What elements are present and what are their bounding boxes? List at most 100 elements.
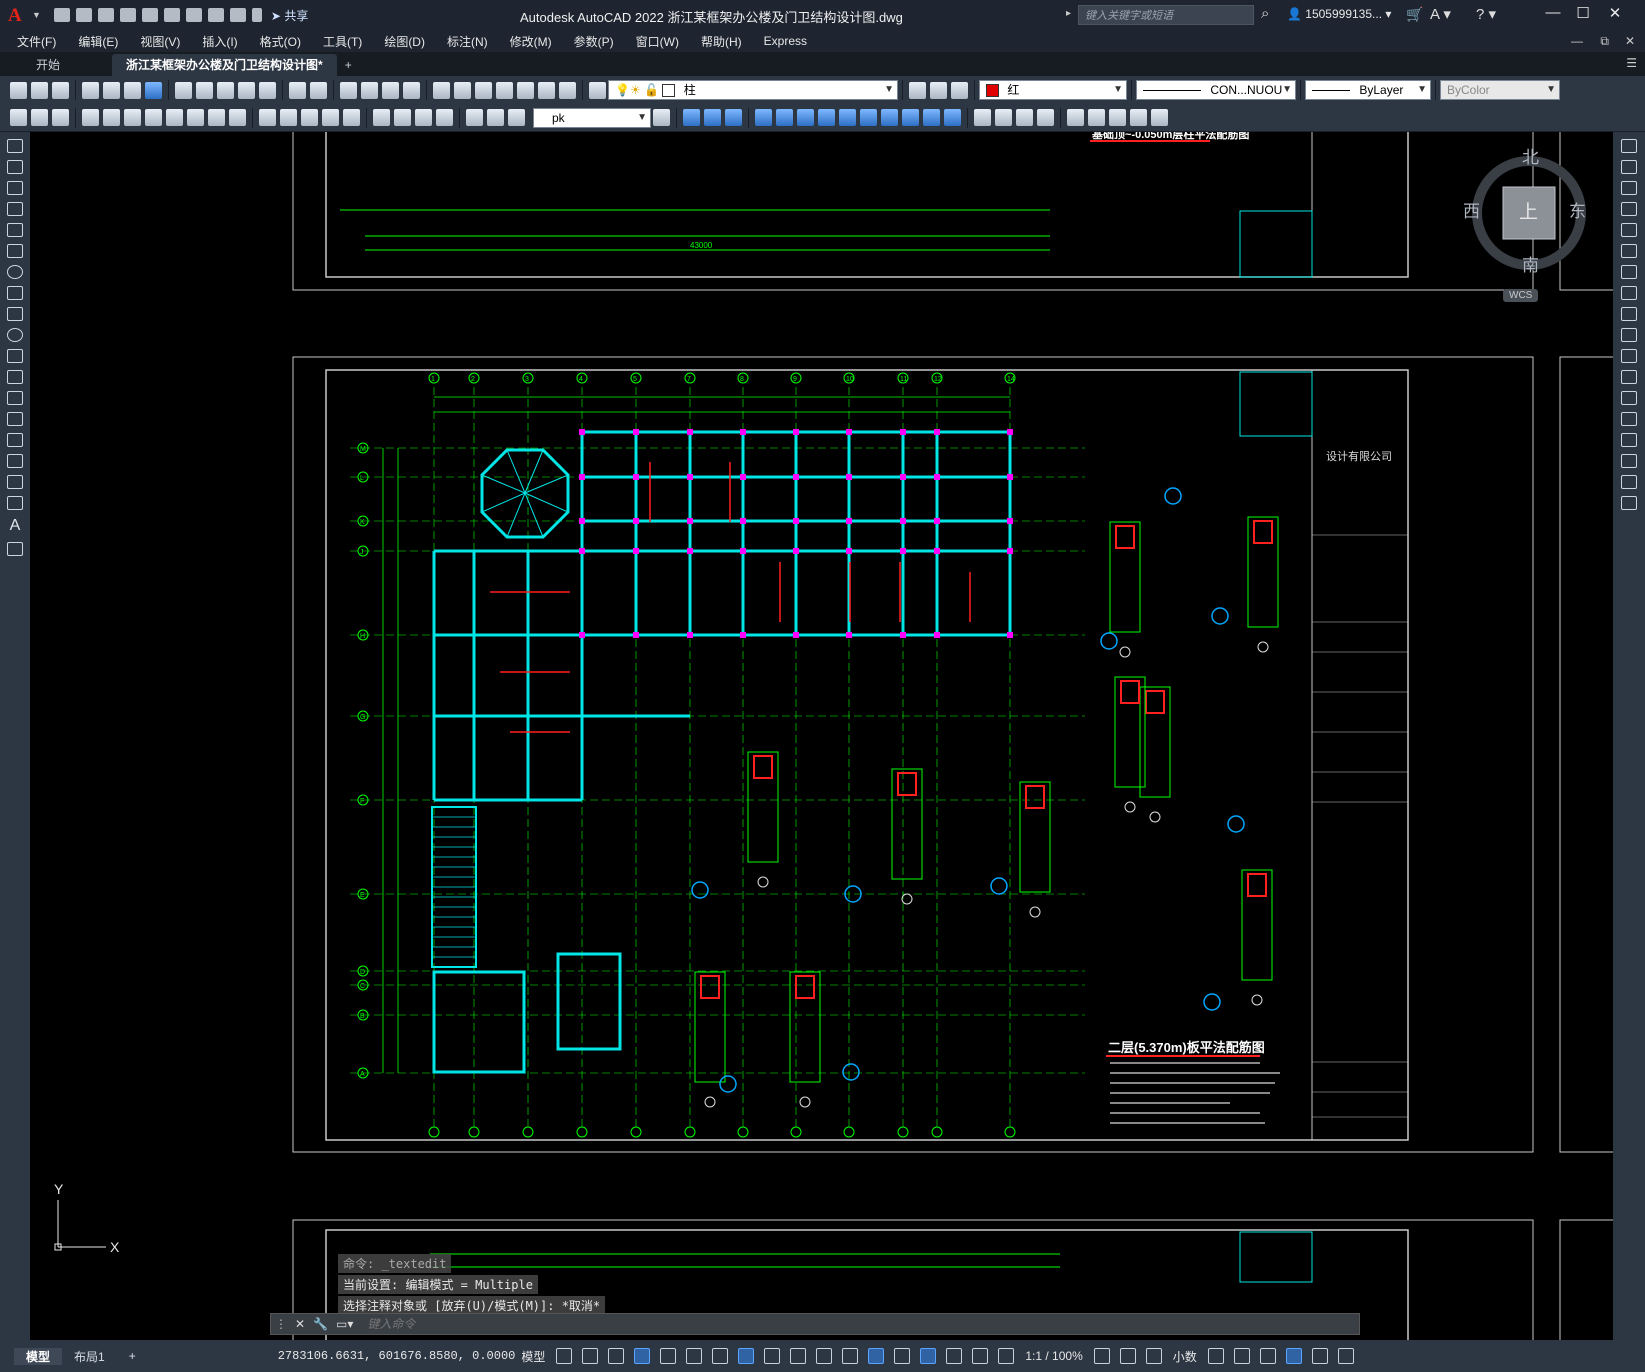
annotation-visibility-icon[interactable]	[946, 1348, 963, 1364]
pan-icon[interactable]	[340, 81, 357, 99]
multiline-text-icon[interactable]: A	[0, 517, 30, 535]
dimension-edit-icon[interactable]	[466, 109, 483, 126]
point-icon[interactable]	[7, 412, 23, 426]
ellipse-icon[interactable]	[7, 328, 23, 342]
solid-2-icon[interactable]	[995, 109, 1012, 126]
selection-cycling-icon[interactable]	[816, 1348, 833, 1364]
menu-help[interactable]: 帮助(H)	[690, 33, 753, 50]
polar-icon[interactable]	[660, 1348, 677, 1364]
zoom-window-icon[interactable]	[382, 81, 399, 99]
circle-icon[interactable]	[7, 265, 23, 279]
grid-icon[interactable]	[556, 1348, 573, 1364]
fillet-icon[interactable]	[1621, 454, 1637, 468]
plot-icon[interactable]	[185, 8, 202, 22]
search-expand-icon[interactable]: ▸	[1066, 8, 1071, 19]
help-icon[interactable]: ? ▾	[1476, 5, 1496, 23]
undo-icon[interactable]	[207, 8, 224, 22]
jogged-icon[interactable]	[187, 109, 204, 126]
annotation-scale-icon[interactable]	[998, 1348, 1015, 1364]
modify-9-icon[interactable]	[860, 109, 877, 126]
lock-ui-icon[interactable]	[1233, 1348, 1250, 1364]
menu-parametric[interactable]: 参数(P)	[563, 33, 625, 50]
command-grip-icon[interactable]: ⋮	[275, 1317, 287, 1331]
hatch-icon[interactable]	[7, 433, 23, 447]
scale-icon[interactable]	[1621, 286, 1637, 300]
arc-icon[interactable]	[7, 244, 23, 258]
modify-13-icon[interactable]	[944, 109, 961, 126]
object-snap-icon[interactable]	[738, 1348, 755, 1364]
isolate-objects-icon[interactable]	[1259, 1348, 1276, 1364]
3dprint-icon[interactable]	[145, 81, 162, 99]
graphics-performance-icon[interactable]	[1285, 1348, 1302, 1364]
construction-line-icon[interactable]	[7, 160, 23, 174]
cut-icon[interactable]	[175, 81, 192, 99]
line-icon[interactable]	[7, 139, 23, 153]
share-button[interactable]: ➤ 共享	[271, 7, 308, 24]
menu-modify[interactable]: 修改(M)	[499, 33, 563, 50]
inspection-icon[interactable]	[415, 109, 432, 126]
new-tab-icon[interactable]: +	[337, 54, 360, 76]
qnew-icon[interactable]	[10, 81, 27, 99]
modify-4-icon[interactable]	[755, 109, 772, 126]
menu-view[interactable]: 视图(V)	[129, 33, 191, 50]
tolerance-icon[interactable]	[373, 109, 390, 126]
modify-5-icon[interactable]	[776, 109, 793, 126]
lineweight-dropdown[interactable]: ByLayer ▼	[1305, 80, 1431, 100]
structure-tool-3-icon[interactable]	[52, 109, 69, 126]
command-close-icon[interactable]: ✕	[295, 1317, 305, 1331]
center-mark-icon[interactable]	[394, 109, 411, 126]
quick-properties-icon[interactable]	[1207, 1348, 1224, 1364]
linetype-dropdown[interactable]: CON...NUOU ▼	[1136, 80, 1296, 100]
add-layout-icon[interactable]: +	[117, 1349, 148, 1363]
menu-tools[interactable]: 工具(T)	[312, 33, 373, 50]
diameter-icon[interactable]	[208, 109, 225, 126]
linear-dimension-icon[interactable]	[82, 109, 99, 126]
gizmo-icon[interactable]	[920, 1348, 937, 1364]
menu-insert[interactable]: 插入(I)	[191, 33, 248, 50]
aligned-dimension-icon[interactable]	[103, 109, 120, 126]
lineweight-icon[interactable]	[764, 1348, 781, 1364]
dimension-break-icon[interactable]	[343, 109, 360, 126]
cart-icon[interactable]: 🛒	[1406, 6, 1423, 23]
structure-tool-2-icon[interactable]	[31, 109, 48, 126]
dimension-update-icon[interactable]	[508, 109, 525, 126]
trim-icon[interactable]	[1621, 328, 1637, 342]
solid-5-icon[interactable]	[1067, 109, 1084, 126]
revcloud-icon[interactable]	[7, 286, 23, 300]
compass-south[interactable]: 南	[1522, 251, 1539, 276]
workspace-gear-icon[interactable]	[1093, 1348, 1110, 1364]
modify-8-icon[interactable]	[839, 109, 856, 126]
viewcube[interactable]: 北 南 东 西 上 WCS	[1463, 145, 1588, 305]
snap-icon[interactable]	[582, 1348, 599, 1364]
solid-9-icon[interactable]	[1151, 109, 1168, 126]
baseline-icon[interactable]	[280, 109, 297, 126]
customize-qat-icon[interactable]	[251, 8, 262, 22]
open-icon[interactable]	[31, 81, 48, 99]
minimize-icon[interactable]: —	[1540, 4, 1566, 21]
viewcube-top-face[interactable]: 上	[1519, 197, 1538, 224]
arc-length-icon[interactable]	[124, 109, 141, 126]
stretch-icon[interactable]	[1621, 307, 1637, 321]
extend-icon[interactable]	[1621, 349, 1637, 363]
app-menu-chevron-icon[interactable]: ▼	[32, 10, 41, 20]
auto-scale-icon[interactable]	[972, 1348, 989, 1364]
command-recent-icon[interactable]: ▭▾	[336, 1317, 353, 1331]
ortho-icon[interactable]	[634, 1348, 651, 1364]
redo-toolbar-icon[interactable]	[310, 81, 327, 99]
open-file-icon[interactable]	[75, 8, 92, 22]
menu-file[interactable]: 文件(F)	[6, 33, 67, 50]
jogged-linear-icon[interactable]	[436, 109, 453, 126]
polyline-icon[interactable]	[7, 181, 23, 195]
dimension-text-edit-icon[interactable]	[487, 109, 504, 126]
save-toolbar-icon[interactable]	[52, 81, 69, 99]
doc-close-icon[interactable]: ✕	[1625, 34, 1635, 48]
compass-east[interactable]: 东	[1569, 197, 1586, 222]
angular-icon[interactable]	[229, 109, 246, 126]
solid-7-icon[interactable]	[1109, 109, 1126, 126]
table-icon[interactable]	[7, 496, 23, 510]
modify-11-icon[interactable]	[902, 109, 919, 126]
block-editor-icon[interactable]	[259, 81, 276, 99]
paste-icon[interactable]	[217, 81, 234, 99]
modify-6-icon[interactable]	[797, 109, 814, 126]
modify-3-icon[interactable]	[725, 109, 742, 126]
